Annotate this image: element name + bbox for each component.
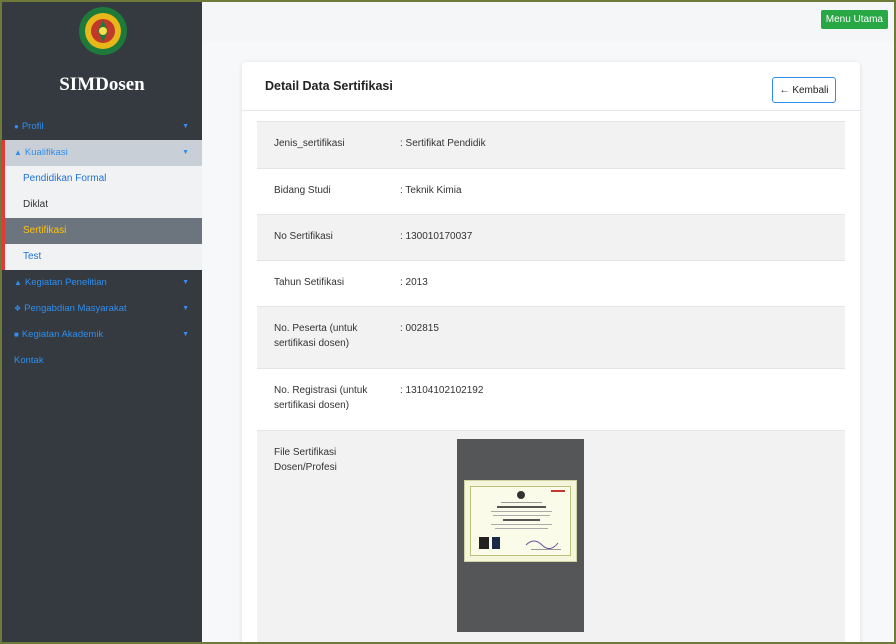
row-value: : 002815 bbox=[400, 323, 439, 334]
detail-card: Detail Data Sertifikasi ← Kembali Jenis_… bbox=[242, 62, 860, 642]
row-label: No Sertifikasi bbox=[274, 231, 333, 242]
row-value: : Teknik Kimia bbox=[400, 185, 462, 196]
caret-down-icon: ▼ bbox=[182, 305, 189, 312]
row-value: : 13104102102192 bbox=[400, 385, 484, 396]
caret-down-icon: ▼ bbox=[182, 279, 189, 286]
nav-kualifikasi-label: Kualifikasi bbox=[24, 147, 68, 158]
caret-down-icon: ▼ bbox=[182, 331, 189, 338]
kembali-button[interactable]: ← Kembali bbox=[772, 77, 836, 103]
nav-pengabdian-label: Pengabdian Masyarakat bbox=[24, 303, 127, 314]
app-frame: SIMDosen ● Profil ▼ ▲ Kualifikasi ▼ Pendid… bbox=[2, 2, 894, 642]
logo-area: SIMDosen bbox=[2, 2, 202, 114]
user-icon: ● bbox=[14, 122, 19, 131]
nav-penelitian-label: Kegiatan Penelitian bbox=[24, 277, 107, 288]
detail-row: Bidang Studi : Teknik Kimia bbox=[257, 168, 845, 214]
menu-utama-button[interactable]: Menu Utama bbox=[820, 10, 888, 29]
row-value: : 130010170037 bbox=[400, 231, 473, 242]
certificate-preview[interactable] bbox=[457, 439, 584, 632]
chalkboard-icon: ■ bbox=[14, 330, 19, 339]
certificate-content bbox=[479, 490, 565, 550]
nav-kontak[interactable]: Kontak bbox=[2, 348, 202, 374]
nav-profil-label: Profil bbox=[21, 121, 44, 132]
flask-icon: ▲ bbox=[14, 278, 22, 287]
row-label: Tahun Setifikasi bbox=[274, 277, 345, 288]
sub-sertifikasi[interactable]: Sertifikasi bbox=[2, 218, 202, 244]
certificate-image bbox=[464, 480, 577, 562]
detail-row: No. Registrasi (untuk sertifikasi dosen)… bbox=[257, 368, 845, 430]
detail-row: No. Peserta (untuk sertifikasi dosen) : … bbox=[257, 306, 845, 368]
row-label: No. Registrasi (untuk sertifikasi dosen) bbox=[274, 385, 368, 411]
row-label: Jenis_sertifikasi bbox=[274, 138, 345, 149]
nav-penelitian[interactable]: ▲ Kegiatan Penelitian ▼ bbox=[2, 270, 202, 296]
sub-diklat[interactable]: Diklat bbox=[2, 192, 202, 218]
university-logo bbox=[79, 7, 127, 55]
nav-akademik[interactable]: ■ Kegiatan Akademik ▼ bbox=[2, 322, 202, 348]
divider bbox=[242, 110, 860, 111]
sidebar: SIMDosen ● Profil ▼ ▲ Kualifikasi ▼ Pendid… bbox=[2, 2, 202, 642]
detail-row: Jenis_sertifikasi : Sertifikat Pendidik bbox=[257, 121, 845, 168]
sub-test[interactable]: Test bbox=[2, 244, 202, 270]
row-label: Bidang Studi bbox=[274, 185, 331, 196]
row-label: No. Peserta (untuk sertifikasi dosen) bbox=[274, 323, 358, 349]
detail-row: Tahun Setifikasi : 2013 bbox=[257, 260, 845, 306]
row-value: : Sertifikat Pendidik bbox=[400, 138, 486, 149]
handshake-icon: ❖ bbox=[14, 304, 22, 313]
detail-row: File Sertifikasi Dosen/Profesi bbox=[257, 430, 845, 642]
row-value: : 2013 bbox=[400, 277, 428, 288]
nav-kontak-label: Kontak bbox=[14, 355, 44, 366]
card-title: Detail Data Sertifikasi bbox=[265, 79, 393, 93]
brand-title: SIMDosen bbox=[59, 74, 145, 95]
nav-pengabdian[interactable]: ❖ Pengabdian Masyarakat ▼ bbox=[2, 296, 202, 322]
caret-down-icon: ▼ bbox=[182, 123, 189, 130]
nav-kualifikasi[interactable]: ▲ Kualifikasi ▼ bbox=[2, 140, 202, 166]
nav-profil[interactable]: ● Profil ▼ bbox=[2, 114, 202, 140]
detail-row: No Sertifikasi : 130010170037 bbox=[257, 214, 845, 260]
sub-pendidikan-formal[interactable]: Pendidikan Formal bbox=[2, 166, 202, 192]
row-label: File Sertifikasi Dosen/Profesi bbox=[274, 447, 337, 473]
caret-down-icon: ▼ bbox=[182, 149, 189, 156]
graduation-cap-icon: ▲ bbox=[14, 148, 22, 157]
topbar: Menu Utama bbox=[202, 2, 894, 42]
nav-akademik-label: Kegiatan Akademik bbox=[21, 329, 104, 340]
